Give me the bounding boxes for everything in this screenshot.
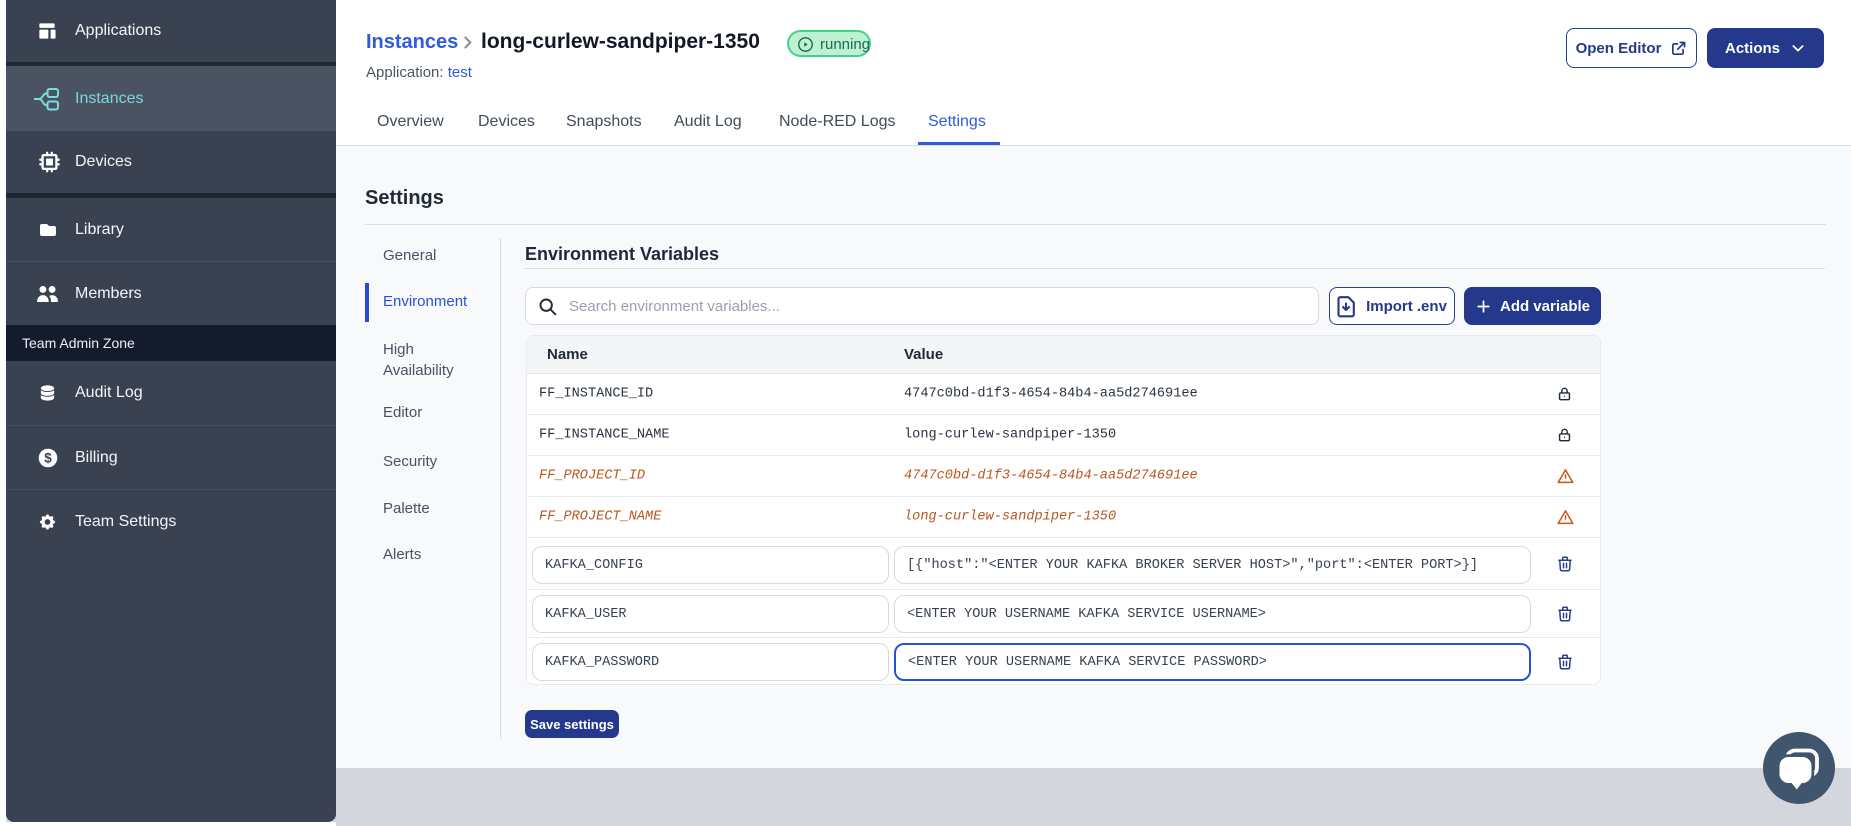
svg-text:$: $ bbox=[44, 450, 52, 465]
